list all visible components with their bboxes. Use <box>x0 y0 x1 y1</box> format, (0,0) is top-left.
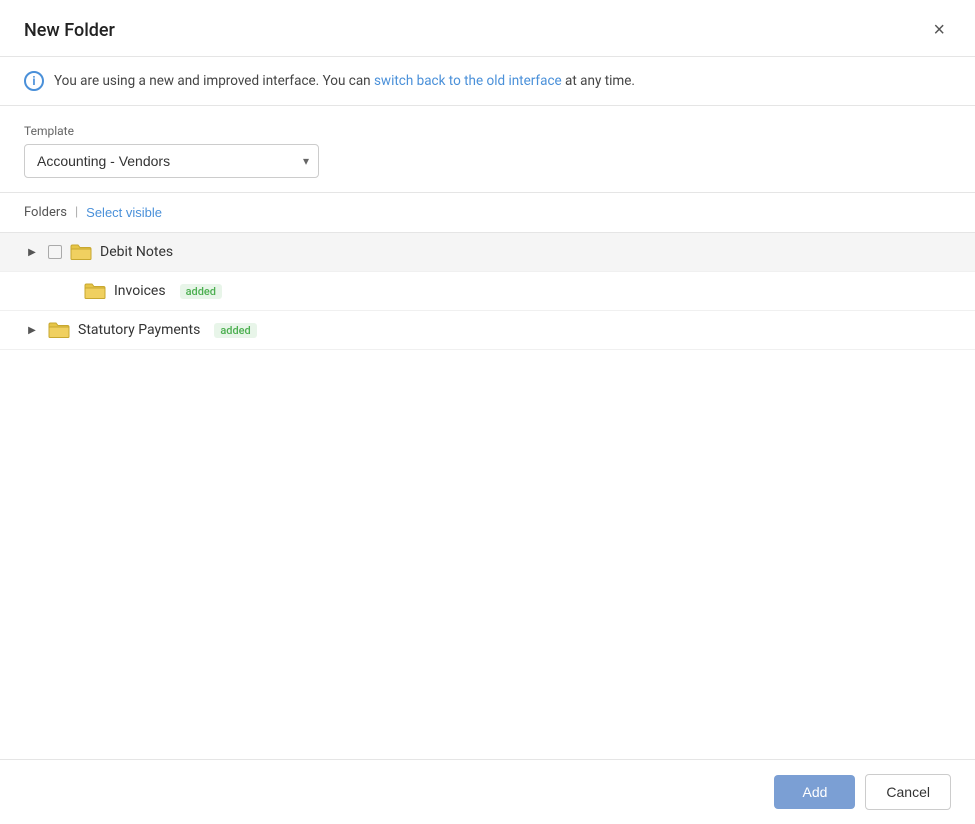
folders-header: Folders | Select visible <box>0 193 975 233</box>
folder-checkbox-debit-notes[interactable] <box>48 245 62 259</box>
template-select-wrapper: Accounting - Vendors Accounting - Custom… <box>24 144 319 178</box>
info-text: You are using a new and improved interfa… <box>54 73 635 89</box>
modal-header: New Folder × <box>0 0 975 57</box>
folders-label: Folders <box>24 205 67 220</box>
modal-footer: Add Cancel <box>0 759 975 824</box>
folder-name-statutory-payments: Statutory Payments <box>78 322 200 338</box>
statutory-payments-added-badge: added <box>214 323 256 338</box>
template-select[interactable]: Accounting - Vendors Accounting - Custom… <box>24 144 319 178</box>
folder-list: ▶ Debit Notes Invoices added <box>0 233 975 759</box>
expand-arrow-statutory-payments[interactable]: ▶ <box>24 322 40 338</box>
info-text-after: at any time. <box>562 73 635 89</box>
info-text-before: You are using a new and improved interfa… <box>54 73 374 89</box>
invoices-added-badge: added <box>180 284 222 299</box>
folder-icon-invoices <box>84 282 106 300</box>
template-section: Template Accounting - Vendors Accounting… <box>0 106 975 193</box>
close-button[interactable]: × <box>927 18 951 42</box>
switch-interface-link[interactable]: switch back to the old interface <box>374 73 562 89</box>
folder-icon-debit-notes <box>70 243 92 261</box>
modal-title: New Folder <box>24 20 115 41</box>
cancel-button[interactable]: Cancel <box>865 774 951 810</box>
folder-row-invoices: Invoices added <box>0 272 975 311</box>
add-button[interactable]: Add <box>774 775 855 809</box>
new-folder-modal: New Folder × i You are using a new and i… <box>0 0 975 824</box>
folder-row-statutory-payments: ▶ Statutory Payments added <box>0 311 975 350</box>
expand-arrow-debit-notes[interactable]: ▶ <box>24 244 40 260</box>
folder-row-debit-notes: ▶ Debit Notes <box>0 233 975 272</box>
modal-body: i You are using a new and improved inter… <box>0 57 975 759</box>
select-visible-button[interactable]: Select visible <box>86 205 162 220</box>
folders-divider: | <box>75 205 78 220</box>
info-icon: i <box>24 71 44 91</box>
folder-name-invoices: Invoices <box>114 283 166 299</box>
folder-icon-statutory-payments <box>48 321 70 339</box>
template-label: Template <box>24 124 951 138</box>
info-banner: i You are using a new and improved inter… <box>0 57 975 106</box>
folder-name-debit-notes: Debit Notes <box>100 244 173 260</box>
